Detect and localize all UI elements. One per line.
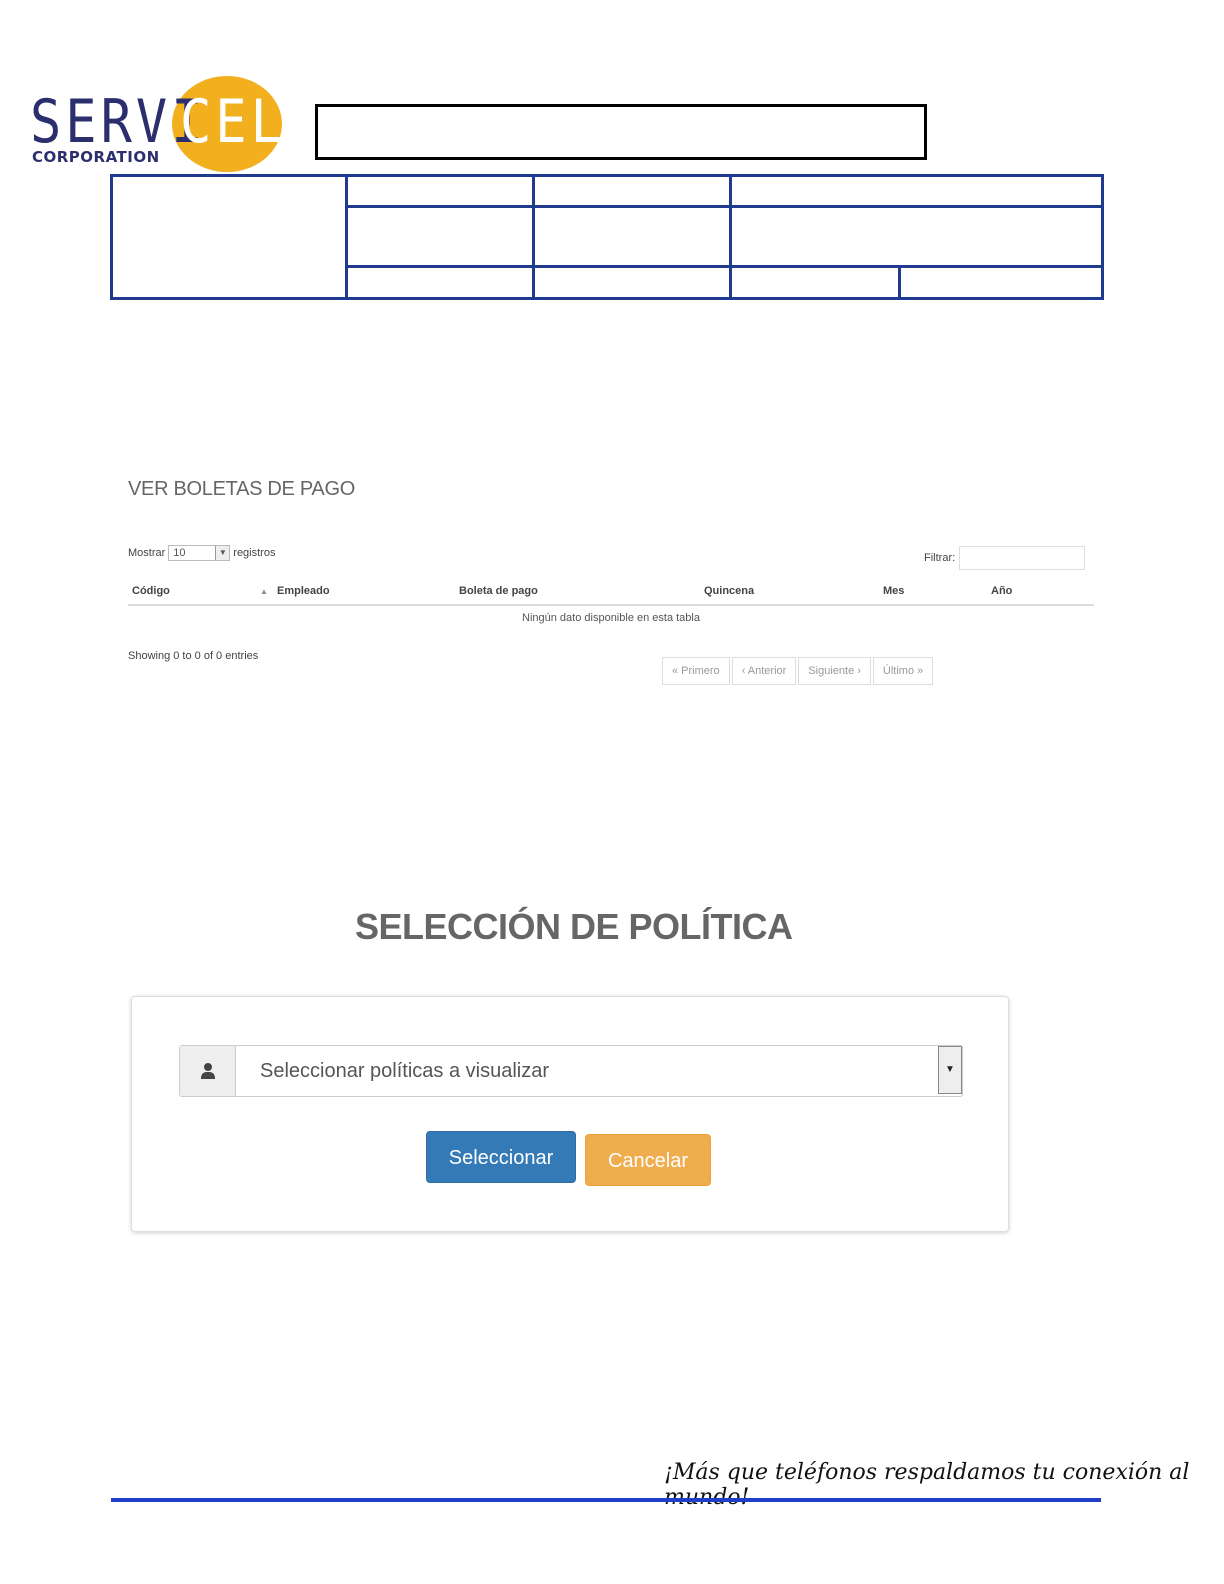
pager-next-button[interactable]: Siguiente ›: [798, 657, 871, 685]
select-button[interactable]: Seleccionar: [426, 1131, 576, 1183]
chevron-down-icon[interactable]: ▼: [938, 1046, 962, 1094]
grid-line: [898, 265, 901, 297]
records-label: registros: [233, 547, 276, 559]
footer-divider: [111, 1498, 1101, 1502]
politica-select-group: Seleccionar políticas a visualizar ▼: [179, 1045, 963, 1097]
page-length-value: 10: [173, 547, 186, 559]
sort-asc-icon: ▲: [260, 587, 268, 596]
logo-corporation: CORPORATION: [32, 148, 160, 166]
politica-select[interactable]: Seleccionar políticas a visualizar ▼: [236, 1046, 962, 1096]
grid-line: [729, 177, 732, 297]
page-length-control: Mostrar 10 ▼ registros: [128, 545, 275, 561]
column-boleta[interactable]: Boleta de pago: [459, 585, 538, 597]
input-addon: [180, 1046, 236, 1096]
column-quincena[interactable]: Quincena: [704, 585, 754, 597]
empty-table-message: Ningún dato disponible en esta tabla: [522, 612, 700, 624]
politica-panel: Seleccionar políticas a visualizar ▼ Sel…: [131, 996, 1009, 1232]
user-icon: [200, 1063, 215, 1079]
politica-select-placeholder: Seleccionar políticas a visualizar: [260, 1060, 550, 1082]
column-empleado[interactable]: Empleado: [277, 585, 330, 597]
politica-title: SELECCIÓN DE POLÍTICA: [355, 906, 793, 947]
table-header: Código ▲ Empleado Boleta de pago Quincen…: [128, 580, 1094, 606]
grid-line: [532, 177, 535, 297]
pager-last-button[interactable]: Último »: [872, 657, 934, 685]
filter-label: Filtrar:: [924, 552, 956, 564]
show-label: Mostrar: [128, 547, 166, 559]
company-logo: SERVI CEL CORPORATION: [30, 74, 290, 174]
document-title-box: [315, 104, 927, 160]
column-mes[interactable]: Mes: [883, 585, 904, 597]
grid-line: [345, 205, 1101, 208]
table-info: Showing 0 to 0 of 0 entries: [128, 650, 259, 662]
filter-input[interactable]: [959, 546, 1086, 570]
footer-slogan: ¡Más que teléfonos respaldamos tu conexi…: [664, 1460, 1190, 1510]
boletas-title: VER BOLETAS DE PAGO: [128, 478, 355, 500]
cancel-button[interactable]: Cancelar: [585, 1134, 711, 1186]
column-codigo[interactable]: Código: [132, 585, 170, 597]
table-filter: Filtrar:: [924, 546, 1086, 570]
grid-line: [345, 265, 1101, 268]
pagination: « Primero ‹ Anterior Siguiente › Último …: [662, 657, 935, 685]
column-anio[interactable]: Año: [991, 585, 1012, 597]
grid-line: [345, 177, 348, 297]
logo-text-cel: CEL: [180, 88, 286, 157]
page-length-select[interactable]: 10 ▼: [168, 545, 231, 561]
document-header-grid: [110, 174, 1104, 300]
chevron-down-icon: ▼: [215, 546, 230, 560]
pager-prev-button[interactable]: ‹ Anterior: [731, 657, 797, 685]
pager-first-button[interactable]: « Primero: [662, 657, 730, 685]
